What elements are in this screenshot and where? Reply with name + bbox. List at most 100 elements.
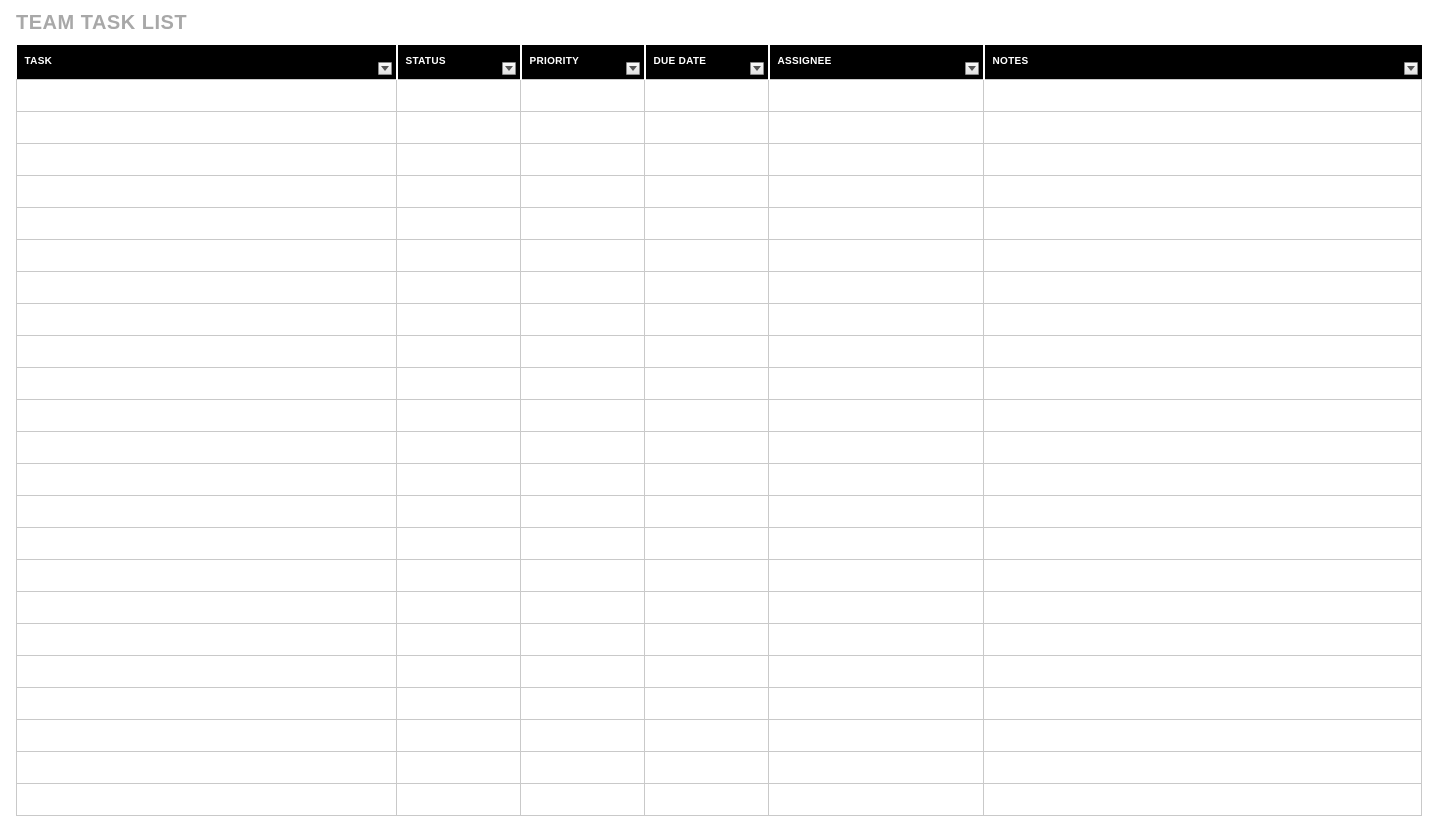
table-cell[interactable] — [984, 527, 1422, 559]
table-cell[interactable] — [984, 303, 1422, 335]
column-header-notes[interactable]: NOTES — [984, 45, 1422, 79]
table-cell[interactable] — [17, 559, 397, 591]
table-cell[interactable] — [769, 495, 984, 527]
table-cell[interactable] — [521, 559, 645, 591]
table-cell[interactable] — [769, 399, 984, 431]
table-cell[interactable] — [521, 111, 645, 143]
table-cell[interactable] — [397, 239, 521, 271]
table-cell[interactable] — [17, 111, 397, 143]
table-cell[interactable] — [984, 687, 1422, 719]
table-cell[interactable] — [645, 335, 769, 367]
table-cell[interactable] — [769, 751, 984, 783]
table-cell[interactable] — [521, 399, 645, 431]
table-cell[interactable] — [645, 79, 769, 111]
table-cell[interactable] — [17, 175, 397, 207]
table-cell[interactable] — [521, 175, 645, 207]
column-header-due-date[interactable]: DUE DATE — [645, 45, 769, 79]
table-cell[interactable] — [17, 591, 397, 623]
table-cell[interactable] — [17, 623, 397, 655]
table-cell[interactable] — [984, 143, 1422, 175]
table-cell[interactable] — [521, 719, 645, 751]
table-cell[interactable] — [17, 719, 397, 751]
table-cell[interactable] — [397, 175, 521, 207]
table-cell[interactable] — [645, 591, 769, 623]
table-cell[interactable] — [397, 335, 521, 367]
table-cell[interactable] — [397, 79, 521, 111]
table-cell[interactable] — [17, 271, 397, 303]
table-cell[interactable] — [521, 463, 645, 495]
filter-dropdown-task[interactable] — [378, 62, 392, 75]
table-cell[interactable] — [17, 399, 397, 431]
table-cell[interactable] — [984, 463, 1422, 495]
table-cell[interactable] — [397, 463, 521, 495]
table-cell[interactable] — [521, 751, 645, 783]
column-header-priority[interactable]: PRIORITY — [521, 45, 645, 79]
table-cell[interactable] — [645, 399, 769, 431]
table-cell[interactable] — [769, 623, 984, 655]
table-cell[interactable] — [521, 79, 645, 111]
table-cell[interactable] — [984, 559, 1422, 591]
table-cell[interactable] — [521, 431, 645, 463]
table-cell[interactable] — [769, 303, 984, 335]
table-cell[interactable] — [984, 719, 1422, 751]
table-cell[interactable] — [397, 687, 521, 719]
table-cell[interactable] — [17, 335, 397, 367]
table-cell[interactable] — [521, 655, 645, 687]
table-cell[interactable] — [769, 431, 984, 463]
table-cell[interactable] — [984, 399, 1422, 431]
table-cell[interactable] — [984, 655, 1422, 687]
table-cell[interactable] — [645, 207, 769, 239]
table-cell[interactable] — [769, 367, 984, 399]
table-cell[interactable] — [984, 335, 1422, 367]
table-cell[interactable] — [17, 367, 397, 399]
table-cell[interactable] — [984, 783, 1422, 815]
table-cell[interactable] — [397, 591, 521, 623]
table-cell[interactable] — [645, 367, 769, 399]
table-cell[interactable] — [645, 687, 769, 719]
table-cell[interactable] — [521, 303, 645, 335]
filter-dropdown-notes[interactable] — [1404, 62, 1418, 75]
table-cell[interactable] — [645, 751, 769, 783]
table-cell[interactable] — [397, 303, 521, 335]
table-cell[interactable] — [397, 655, 521, 687]
table-cell[interactable] — [769, 783, 984, 815]
table-cell[interactable] — [645, 527, 769, 559]
table-cell[interactable] — [17, 687, 397, 719]
table-cell[interactable] — [17, 655, 397, 687]
table-cell[interactable] — [984, 271, 1422, 303]
table-cell[interactable] — [984, 495, 1422, 527]
table-cell[interactable] — [17, 239, 397, 271]
table-cell[interactable] — [645, 719, 769, 751]
table-cell[interactable] — [397, 559, 521, 591]
table-cell[interactable] — [645, 623, 769, 655]
table-cell[interactable] — [769, 559, 984, 591]
table-cell[interactable] — [397, 367, 521, 399]
table-cell[interactable] — [645, 303, 769, 335]
table-cell[interactable] — [17, 79, 397, 111]
table-cell[interactable] — [769, 239, 984, 271]
table-cell[interactable] — [769, 111, 984, 143]
table-cell[interactable] — [397, 623, 521, 655]
column-header-status[interactable]: STATUS — [397, 45, 521, 79]
table-cell[interactable] — [521, 783, 645, 815]
table-cell[interactable] — [397, 783, 521, 815]
table-cell[interactable] — [984, 175, 1422, 207]
table-cell[interactable] — [17, 783, 397, 815]
table-cell[interactable] — [769, 79, 984, 111]
table-cell[interactable] — [645, 431, 769, 463]
table-cell[interactable] — [769, 335, 984, 367]
table-cell[interactable] — [397, 527, 521, 559]
table-cell[interactable] — [397, 495, 521, 527]
table-cell[interactable] — [984, 111, 1422, 143]
table-cell[interactable] — [645, 271, 769, 303]
table-cell[interactable] — [17, 751, 397, 783]
table-cell[interactable] — [397, 111, 521, 143]
table-cell[interactable] — [645, 655, 769, 687]
table-cell[interactable] — [397, 207, 521, 239]
table-cell[interactable] — [521, 271, 645, 303]
table-cell[interactable] — [645, 783, 769, 815]
table-cell[interactable] — [769, 175, 984, 207]
filter-dropdown-due-date[interactable] — [750, 62, 764, 75]
table-cell[interactable] — [984, 79, 1422, 111]
table-cell[interactable] — [984, 623, 1422, 655]
